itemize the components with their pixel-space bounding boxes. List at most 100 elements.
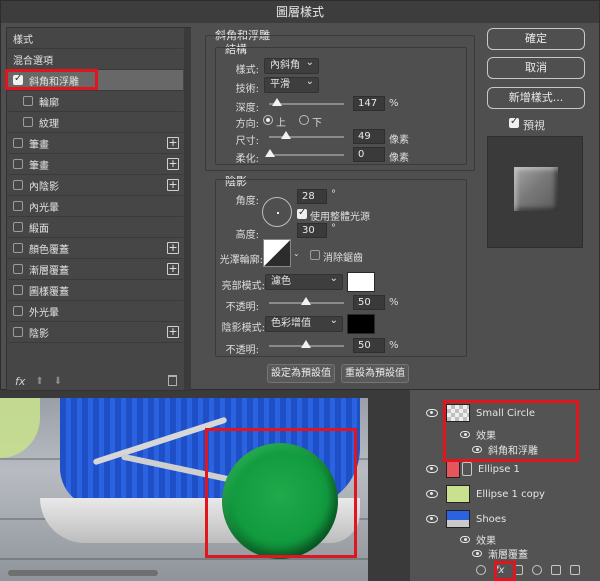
add-inner-shadow-button[interactable]: + [167, 179, 179, 191]
direction-down-radio[interactable] [299, 115, 309, 125]
cancel-button[interactable]: 取消 [487, 57, 585, 79]
gloss-contour-chevron-icon[interactable]: ⌄ [293, 249, 300, 258]
style-list-item-color-overlay[interactable]: 顏色覆蓋 + [7, 238, 183, 259]
visibility-eye-icon[interactable] [472, 445, 482, 453]
shadow-opacity-slider-handle[interactable] [301, 340, 311, 348]
outer-glow-checkbox[interactable] [13, 306, 23, 316]
add-stroke-button[interactable]: + [167, 137, 179, 149]
move-down-arrow-icon[interactable]: ⬇ [54, 376, 62, 387]
style-label: 樣式: [235, 65, 259, 76]
visibility-eye-icon[interactable] [426, 409, 438, 417]
soften-label: 柔化: [235, 154, 259, 165]
layer-row-ellipse-1-copy[interactable]: Ellipse 1 copy [416, 482, 600, 506]
preview-checkbox[interactable] [509, 116, 519, 128]
stroke-checkbox[interactable] [13, 138, 23, 148]
style-list-item-contour[interactable]: 輪廓 [7, 91, 183, 112]
style-list-item-styles[interactable]: 樣式 [7, 28, 183, 49]
style-list-item-inner-shadow[interactable]: 內陰影 + [7, 175, 183, 196]
move-up-arrow-icon[interactable]: ⬆ [35, 376, 43, 387]
inner-shadow-checkbox[interactable] [13, 180, 23, 190]
style-list-item-gradient-overlay[interactable]: 漸層覆蓋 + [7, 259, 183, 280]
ok-button[interactable]: 確定 [487, 28, 585, 50]
soften-input[interactable]: 0 [353, 147, 385, 162]
reset-default-button[interactable]: 重設為預設值 [341, 364, 409, 383]
direction-up-radio[interactable] [263, 115, 273, 125]
highlight-mode-dropdown[interactable]: 濾色 [265, 272, 343, 290]
add-gradient-overlay-button[interactable]: + [167, 263, 179, 275]
gloss-contour-picker[interactable] [263, 239, 291, 267]
add-mask-icon[interactable] [513, 565, 524, 575]
bevel-emboss-checkbox[interactable] [13, 73, 23, 85]
satin-checkbox[interactable] [13, 222, 23, 232]
technique-dropdown[interactable]: 平滑 [264, 75, 319, 93]
altitude-input[interactable]: 30 [297, 223, 327, 238]
style-list-item-drop-shadow[interactable]: 陰影 + [7, 322, 183, 343]
drop-shadow-checkbox[interactable] [13, 327, 23, 337]
document-canvas[interactable] [0, 390, 410, 581]
layer-row-shoes[interactable]: Shoes [416, 507, 600, 531]
color-overlay-checkbox[interactable] [13, 243, 23, 253]
visibility-eye-icon[interactable] [460, 535, 470, 543]
new-group-folder-icon[interactable] [551, 565, 562, 575]
inner-glow-checkbox[interactable] [13, 201, 23, 211]
link-layers-icon[interactable] [476, 565, 486, 575]
fx-icon[interactable]: fx [15, 375, 25, 388]
visibility-eye-icon[interactable] [426, 465, 438, 473]
visibility-eye-icon[interactable] [460, 430, 470, 438]
contour-checkbox[interactable] [23, 96, 33, 106]
stroke-checkbox[interactable] [13, 159, 23, 169]
shadow-mode-dropdown[interactable]: 色彩增值 [265, 314, 343, 332]
layer-row-ellipse-1[interactable]: Ellipse 1 [416, 457, 600, 481]
soften-slider-track[interactable] [269, 154, 344, 156]
depth-input[interactable]: 147 [353, 96, 385, 111]
style-list-item-stroke[interactable]: 筆畫 + [7, 133, 183, 154]
angle-input[interactable]: 28 [297, 189, 327, 204]
canvas-scrollbar[interactable] [8, 570, 158, 576]
angle-dial[interactable] [262, 197, 292, 227]
depth-unit: % [389, 98, 399, 109]
layer-effect-row[interactable]: 斜角和浮雕 [416, 440, 600, 458]
add-stroke-button[interactable]: + [167, 158, 179, 170]
angle-unit: ° [331, 189, 336, 200]
soften-slider-handle[interactable] [265, 149, 275, 157]
list-item-label: 斜角和浮雕 [29, 76, 79, 88]
style-list-item-stroke[interactable]: 筆畫 + [7, 154, 183, 175]
green-circle-shape[interactable] [222, 443, 338, 559]
adjustment-layer-icon[interactable] [532, 565, 543, 575]
highlight-opacity-input[interactable]: 50 [353, 295, 385, 310]
visibility-eye-icon[interactable] [472, 549, 482, 557]
shadow-color-swatch[interactable] [347, 314, 375, 334]
trash-icon[interactable] [168, 375, 177, 386]
new-layer-icon[interactable] [570, 565, 581, 575]
visibility-eye-icon[interactable] [426, 490, 438, 498]
add-layer-style-fx-icon[interactable]: fx [495, 565, 504, 576]
gradient-overlay-checkbox[interactable] [13, 264, 23, 274]
antialias-checkbox[interactable] [310, 250, 320, 260]
direction-down-label: 下 [312, 118, 322, 129]
add-drop-shadow-button[interactable]: + [167, 326, 179, 338]
style-list-item-inner-glow[interactable]: 內光暈 [7, 196, 183, 217]
style-list-item-bevel-emboss[interactable]: 斜角和浮雕 [7, 70, 183, 91]
shadow-opacity-input[interactable]: 50 [353, 338, 385, 353]
style-list-item-texture[interactable]: 紋理 [7, 112, 183, 133]
visibility-eye-icon[interactable] [426, 515, 438, 523]
global-light-checkbox[interactable] [297, 207, 307, 219]
style-list-item-satin[interactable]: 緞面 [7, 217, 183, 238]
new-style-button[interactable]: 新增樣式... [487, 87, 585, 109]
make-default-button[interactable]: 設定為預設值 [267, 364, 335, 383]
add-color-overlay-button[interactable]: + [167, 242, 179, 254]
style-list-scrollbar[interactable] [184, 28, 191, 390]
bevel-style-dropdown[interactable]: 內斜角 [264, 56, 319, 74]
depth-slider-handle[interactable] [272, 98, 282, 106]
size-label: 尺寸: [235, 136, 259, 147]
layer-row-small-circle[interactable]: Small Circle [416, 401, 600, 425]
style-list-item-blending-options[interactable]: 混合選項 [7, 49, 183, 70]
style-list-item-outer-glow[interactable]: 外光暈 [7, 301, 183, 322]
highlight-opacity-slider-handle[interactable] [301, 297, 311, 305]
highlight-color-swatch[interactable] [347, 272, 375, 292]
size-slider-handle[interactable] [281, 131, 291, 139]
size-input[interactable]: 49 [353, 129, 385, 144]
style-list-item-pattern-overlay[interactable]: 圖樣覆蓋 [7, 280, 183, 301]
texture-checkbox[interactable] [23, 117, 33, 127]
pattern-overlay-checkbox[interactable] [13, 285, 23, 295]
